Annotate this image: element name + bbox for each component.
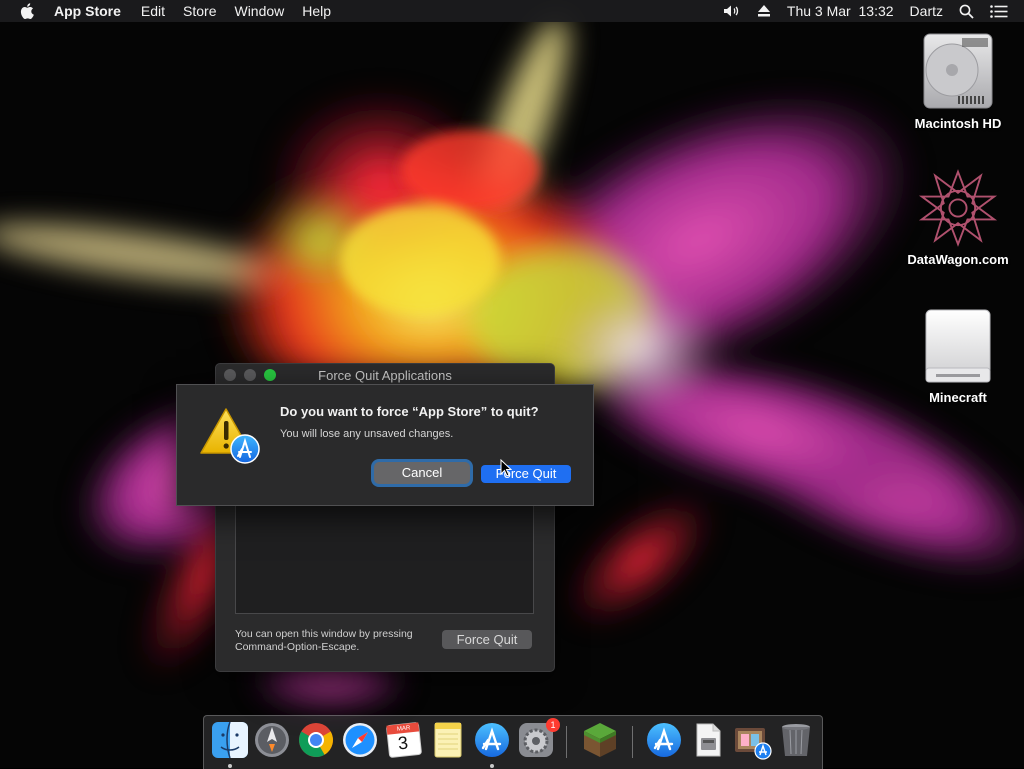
volume-icon[interactable]	[723, 4, 741, 18]
installer-icon[interactable]	[732, 720, 772, 760]
cancel-button[interactable]: Cancel	[374, 462, 470, 484]
chrome-icon[interactable]	[296, 720, 336, 760]
alert-title: Do you want to force “App Store” to quit…	[280, 404, 539, 419]
menu-window[interactable]: Window	[234, 3, 284, 19]
calendar-icon[interactable]: MAR 3	[384, 720, 424, 760]
menu-edit[interactable]: Edit	[141, 3, 165, 19]
document-icon[interactable]	[688, 720, 728, 760]
dock-separator	[632, 726, 633, 758]
external-drive-icon	[918, 306, 998, 386]
shortcut-hint: You can open this window by pressing Com…	[235, 628, 445, 654]
system-preferences-icon[interactable]: 1	[516, 718, 560, 760]
applications-folder-icon[interactable]	[644, 720, 684, 760]
apple-icon[interactable]	[20, 3, 38, 19]
notes-icon[interactable]	[428, 720, 468, 760]
safari-icon[interactable]	[340, 720, 380, 760]
network-share-icon	[918, 168, 998, 248]
dock: MAR 3 1	[203, 715, 823, 769]
finder-icon[interactable]	[210, 720, 250, 760]
force-quit-button[interactable]: Force Quit	[481, 465, 571, 483]
mouse-cursor-icon	[500, 458, 513, 477]
alert-message: You will lose any unsaved changes.	[280, 428, 454, 440]
dock-separator	[566, 726, 567, 758]
hard-drive-icon	[918, 32, 998, 112]
window-title: Force Quit Applications	[318, 368, 452, 383]
running-indicator	[490, 764, 494, 768]
desktop-icon-minecraft[interactable]: Minecraft	[903, 306, 1013, 405]
app-store-icon[interactable]	[472, 720, 512, 760]
menu-app-name[interactable]: App Store	[54, 3, 121, 19]
menu-store[interactable]: Store	[183, 3, 216, 19]
desktop-icon-label: DataWagon.com	[907, 252, 1009, 267]
spotlight-search-icon[interactable]	[959, 4, 974, 19]
desktop-icon-label: Minecraft	[929, 390, 987, 405]
desktop-icon-datawagon[interactable]: DataWagon.com	[903, 168, 1013, 267]
application-list[interactable]	[235, 504, 534, 614]
desktop-icon-macintosh-hd[interactable]: Macintosh HD	[903, 32, 1013, 131]
shortcut-hint-line: You can open this window by pressing	[235, 628, 413, 640]
notification-badge: 1	[546, 718, 560, 732]
shortcut-hint-line: Command-Option-Escape.	[235, 641, 360, 653]
force-quit-window-button[interactable]: Force Quit	[442, 630, 532, 649]
desktop-icon-label: Macintosh HD	[914, 116, 1002, 131]
running-indicator	[228, 764, 232, 768]
force-quit-alert: Do you want to force “App Store” to quit…	[176, 384, 594, 506]
menu-user[interactable]: Dartz	[910, 3, 943, 19]
menu-help[interactable]: Help	[302, 3, 331, 19]
notification-center-icon[interactable]	[990, 4, 1008, 18]
calendar-day: 3	[396, 732, 409, 754]
launchpad-icon[interactable]	[252, 720, 292, 760]
minecraft-icon[interactable]	[580, 720, 620, 760]
warning-app-store-icon	[199, 407, 263, 467]
menu-datetime[interactable]: Thu 3 Mar 13:32	[787, 3, 894, 19]
eject-icon[interactable]	[757, 5, 771, 17]
trash-icon[interactable]	[776, 720, 816, 760]
menu-bar: App Store Edit Store Window Help Thu 3 M…	[0, 0, 1024, 22]
